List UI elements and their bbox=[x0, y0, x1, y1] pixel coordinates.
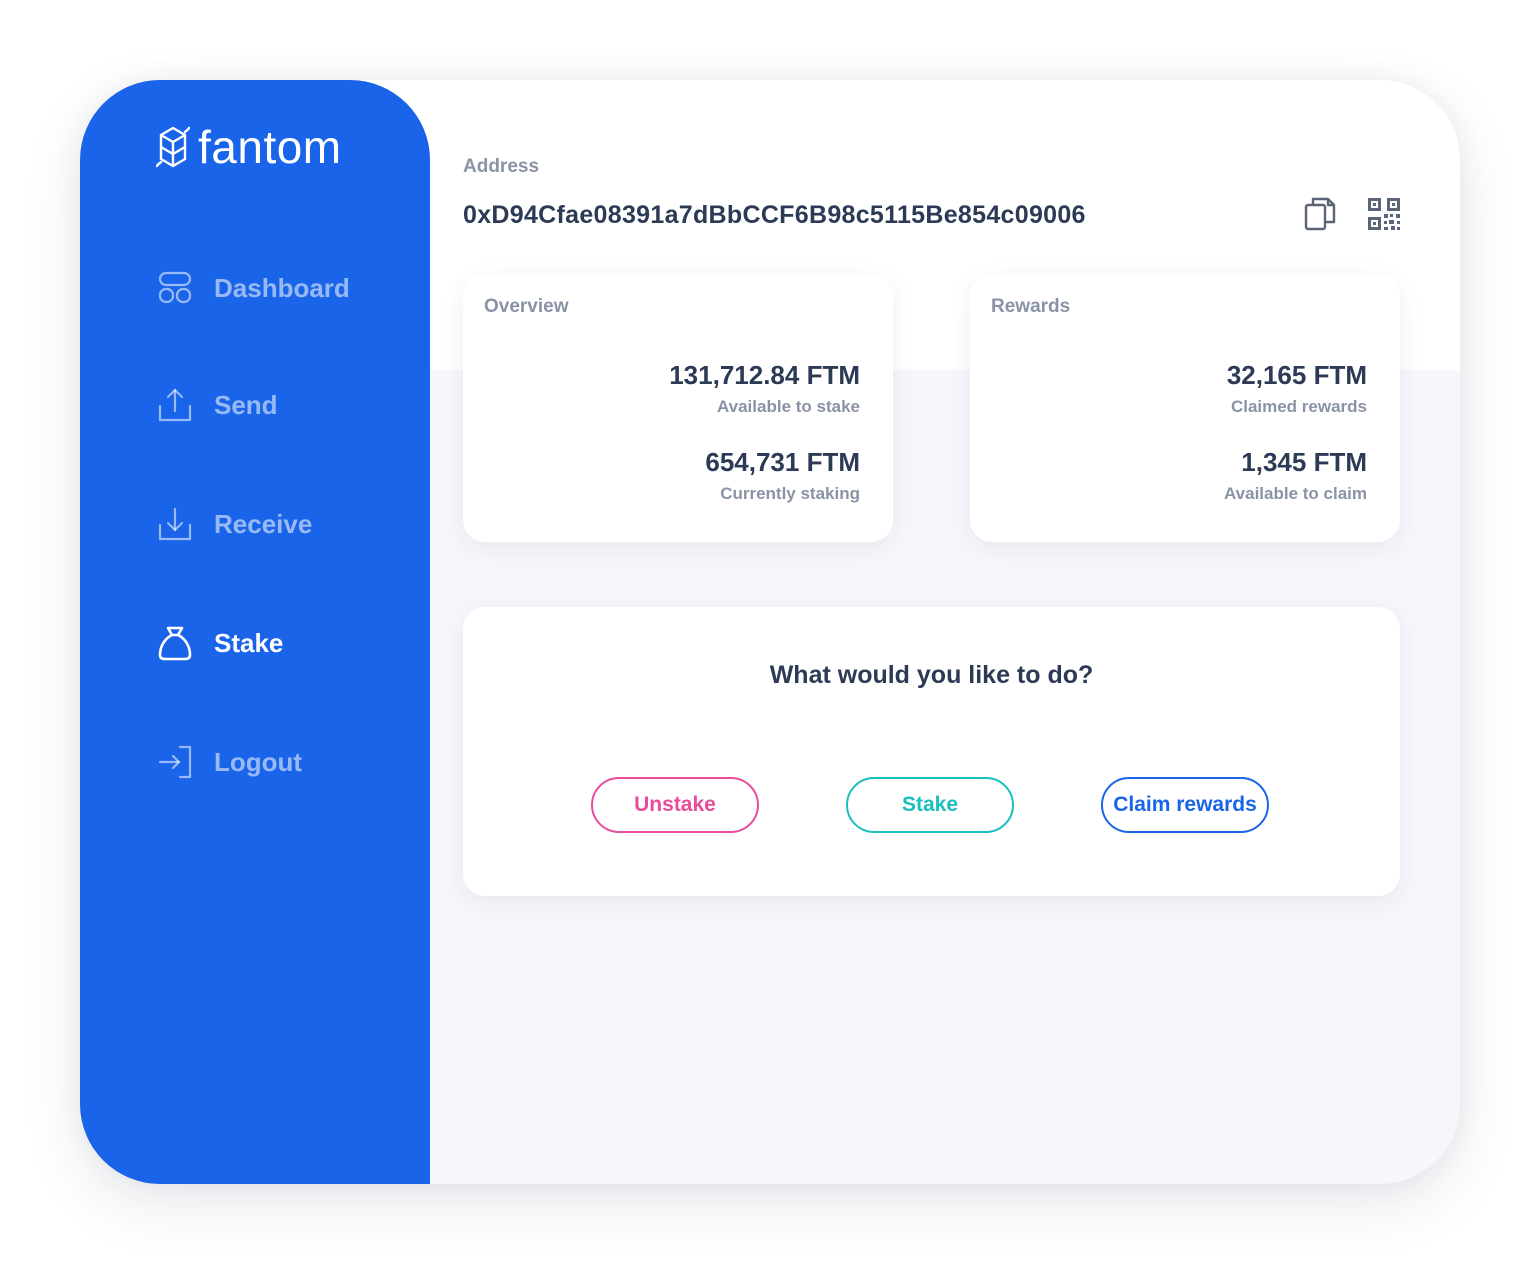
available-to-stake-stat: 131,712.84 FTM Available to stake bbox=[669, 360, 860, 417]
logout-icon bbox=[158, 745, 192, 779]
sidebar-item-stake[interactable]: Stake bbox=[158, 626, 284, 661]
sidebar-item-label: Dashboard bbox=[214, 272, 350, 303]
stat-label: Currently staking bbox=[720, 484, 860, 503]
stat-value: 131,712.84 FTM bbox=[669, 360, 860, 390]
stat-label: Claimed rewards bbox=[1230, 397, 1367, 416]
action-question: What would you like to do? bbox=[769, 661, 1094, 689]
sidebar-item-label: Send bbox=[214, 389, 278, 420]
stat-label: Available to claim bbox=[1224, 484, 1367, 503]
actions-card: What would you like to do? Unstake Stake… bbox=[463, 607, 1400, 896]
sidebar-item-dashboard[interactable]: Dashboard bbox=[158, 271, 350, 305]
rewards-card: Rewards 32,165 FTM Claimed rewards 1,345… bbox=[970, 274, 1400, 542]
stake-button[interactable]: Stake bbox=[846, 777, 1014, 833]
download-icon bbox=[158, 507, 192, 541]
stat-value: 1,345 FTM bbox=[1241, 447, 1367, 477]
sidebar: fantom Dashboard Send Receive Stake Logo… bbox=[80, 80, 430, 1184]
currently-staking-stat: 654,731 FTM Currently staking bbox=[705, 447, 860, 504]
sidebar-item-send[interactable]: Send bbox=[158, 388, 278, 422]
brand-logo[interactable]: fantom bbox=[156, 120, 342, 174]
copy-icon[interactable] bbox=[1304, 196, 1340, 234]
sidebar-item-label: Stake bbox=[214, 627, 284, 658]
claimed-rewards-stat: 32,165 FTM Claimed rewards bbox=[1227, 360, 1367, 417]
overview-title: Overview bbox=[484, 296, 569, 317]
sidebar-item-receive[interactable]: Receive bbox=[158, 507, 312, 541]
sidebar-item-logout[interactable]: Logout bbox=[158, 745, 302, 779]
qr-code-icon[interactable] bbox=[1366, 196, 1402, 234]
claim-rewards-button[interactable]: Claim rewards bbox=[1101, 777, 1269, 833]
dashboard-icon bbox=[158, 271, 192, 305]
address-label: Address bbox=[463, 156, 540, 177]
upload-icon bbox=[158, 388, 192, 422]
stat-value: 32,165 FTM bbox=[1226, 360, 1367, 390]
brand-name: fantom bbox=[198, 121, 342, 173]
app-window: fantom Dashboard Send Receive Stake Logo… bbox=[80, 80, 1460, 1184]
available-to-claim-stat: 1,345 FTM Available to claim bbox=[1224, 447, 1367, 504]
wallet-address[interactable]: 0xD94Cfae08391a7dBbCCF6B98c5115Be854c090… bbox=[463, 201, 1086, 230]
sidebar-item-label: Logout bbox=[214, 746, 303, 777]
fantom-logo-icon bbox=[156, 126, 190, 168]
unstake-button[interactable]: Unstake bbox=[591, 777, 759, 833]
money-bag-icon bbox=[158, 626, 192, 661]
overview-card: Overview 131,712.84 FTM Available to sta… bbox=[463, 274, 893, 542]
rewards-title: Rewards bbox=[991, 296, 1071, 317]
stat-label: Available to stake bbox=[717, 397, 860, 416]
stat-value: 654,731 FTM bbox=[705, 447, 860, 477]
sidebar-item-label: Receive bbox=[214, 508, 313, 539]
